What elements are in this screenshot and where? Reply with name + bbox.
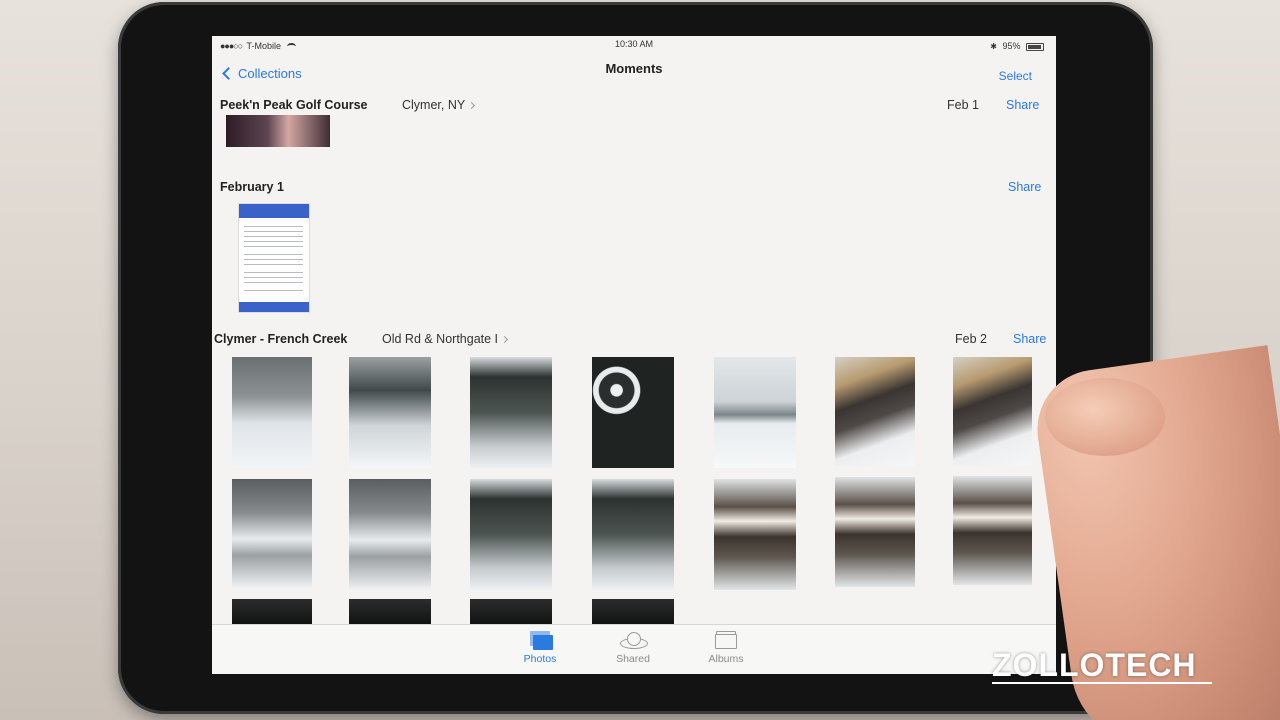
albums-icon — [691, 629, 761, 651]
moment-title: Clymer - French Creek — [214, 332, 348, 346]
photo-thumbnail[interactable] — [232, 357, 312, 468]
moment-header: Peek'n Peak Golf Course Clymer, NY Feb 1… — [212, 94, 1056, 116]
moment-location: Old Rd & Northgate I — [382, 332, 499, 346]
battery-icon — [1026, 42, 1044, 51]
chevron-right-icon — [500, 336, 509, 344]
watermark-underline — [992, 682, 1212, 684]
navigation-bar: Collections Moments Select — [212, 56, 1056, 96]
photo-thumbnail[interactable] — [349, 599, 431, 625]
moment-date: Feb 2 — [955, 332, 987, 346]
tab-shared[interactable]: Shared — [598, 629, 668, 665]
tab-bar: Photos Shared Albums — [212, 624, 1056, 674]
moment-header: February 1 Share — [212, 176, 1056, 198]
select-button[interactable]: Select — [999, 69, 1032, 83]
battery-indicator: ✱ 95% — [990, 41, 1044, 51]
bluetooth-icon: ✱ — [990, 42, 997, 51]
battery-percent: 95% — [1002, 41, 1021, 51]
share-button[interactable]: Share — [1008, 180, 1041, 194]
document-footer-bar — [239, 302, 309, 312]
moment-location-link[interactable]: Clymer, NY — [402, 98, 476, 112]
photo-thumbnail[interactable] — [232, 599, 312, 625]
share-button[interactable]: Share — [1013, 332, 1046, 346]
moment-title: February 1 — [220, 180, 284, 194]
document-header-bar — [239, 204, 309, 218]
photo-thumbnail[interactable] — [470, 357, 552, 468]
photo-thumbnail[interactable] — [470, 599, 552, 625]
photo-thumbnail[interactable] — [835, 357, 915, 466]
watermark-logo: ZOLLOTECH — [992, 647, 1197, 683]
chevron-right-icon — [468, 102, 476, 110]
photo-thumbnail[interactable] — [835, 477, 915, 587]
photo-thumbnail[interactable] — [592, 479, 674, 590]
page-title: Moments — [605, 61, 663, 76]
cloud-icon — [598, 629, 668, 651]
ipad-screen: ●●●○○ T-Mobile 10:30 AM ✱ 95% Collection… — [212, 36, 1056, 674]
tab-photos[interactable]: Photos — [505, 629, 575, 665]
moment-location-link[interactable]: Old Rd & Northgate I — [382, 332, 509, 346]
tab-label: Shared — [616, 653, 650, 665]
photo-thumbnail[interactable] — [592, 599, 674, 625]
photo-thumbnail[interactable] — [714, 357, 796, 468]
fingertip — [1045, 378, 1165, 456]
screenshot-thumbnail[interactable] — [238, 203, 310, 313]
status-bar: ●●●○○ T-Mobile 10:30 AM ✱ 95% — [212, 36, 1056, 56]
moment-title: Peek'n Peak Golf Course — [220, 98, 368, 112]
tab-label: Albums — [708, 653, 744, 665]
photo-thumbnail[interactable] — [953, 476, 1032, 585]
moment-date: Feb 1 — [947, 98, 979, 112]
photo-thumbnail[interactable] — [592, 357, 674, 468]
photo-thumbnail[interactable] — [349, 357, 431, 468]
photo-thumbnail[interactable] — [226, 115, 330, 147]
share-button[interactable]: Share — [1006, 98, 1039, 112]
clock: 10:30 AM — [614, 39, 654, 49]
moment-location: Clymer, NY — [402, 98, 466, 112]
photo-thumbnail[interactable] — [953, 357, 1032, 466]
photo-thumbnail[interactable] — [470, 479, 552, 590]
photo-thumbnail[interactable] — [232, 479, 312, 588]
moment-header: Clymer - French Creek Old Rd & Northgate… — [212, 328, 1056, 350]
tab-label: Photos — [523, 653, 557, 665]
photos-icon — [505, 629, 575, 651]
photo-thumbnail[interactable] — [349, 479, 431, 590]
photo-thumbnail[interactable] — [714, 479, 796, 590]
tab-albums[interactable]: Albums — [691, 629, 761, 665]
